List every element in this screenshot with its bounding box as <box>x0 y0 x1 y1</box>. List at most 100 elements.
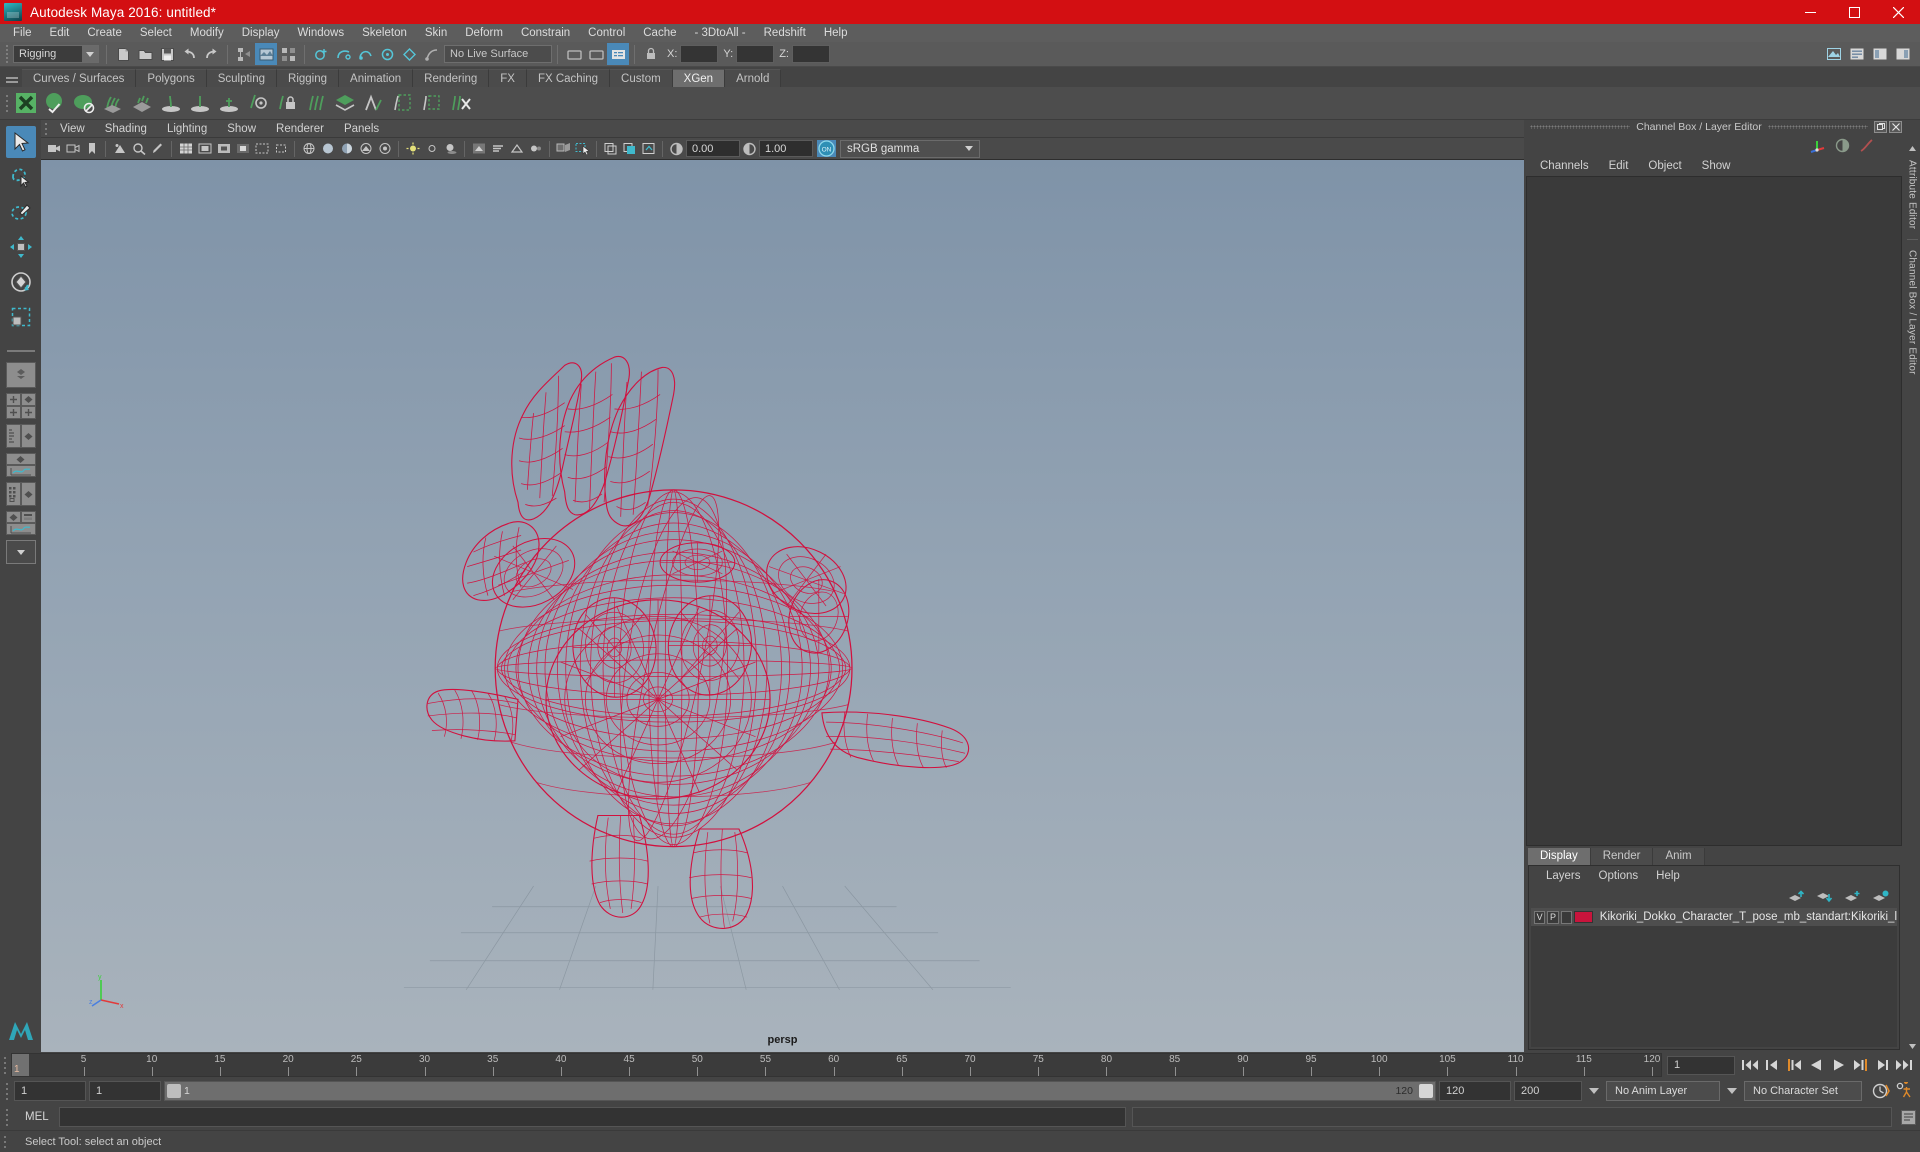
new-scene-icon[interactable] <box>112 43 134 65</box>
viewport-menu-view[interactable]: View <box>50 120 95 138</box>
paint-select-tool[interactable] <box>6 196 36 228</box>
step-forward-key-icon[interactable] <box>1850 1055 1870 1075</box>
wireframe-shading-icon[interactable] <box>300 140 317 157</box>
step-back-frame-icon[interactable] <box>1762 1055 1782 1075</box>
shelf-tab-animation[interactable]: Animation <box>339 69 414 87</box>
flat-shade-icon[interactable] <box>357 140 374 157</box>
make-live-icon[interactable] <box>420 43 442 65</box>
exposure-icon[interactable] <box>668 140 685 157</box>
tool-settings-icon[interactable] <box>1869 43 1891 65</box>
two-d-pan-zoom-icon[interactable] <box>130 140 147 157</box>
step-back-key-icon[interactable] <box>1784 1055 1804 1075</box>
shelf-tab-sculpting[interactable]: Sculpting <box>206 69 278 87</box>
xgen-region-box-icon[interactable] <box>417 89 446 118</box>
go-to-end-icon[interactable] <box>1894 1055 1914 1075</box>
tab-render-layers[interactable]: Render <box>1590 848 1654 865</box>
xray-active-components-icon[interactable] <box>640 140 657 157</box>
exposure-field[interactable]: 0.00 <box>686 140 740 157</box>
layout-preset-four-view[interactable] <box>5 393 36 419</box>
minimize-icon[interactable] <box>1788 0 1832 24</box>
menu-skin[interactable]: Skin <box>416 24 456 42</box>
isolate-select-icon[interactable] <box>555 140 572 157</box>
screen-space-ao-icon[interactable] <box>470 140 487 157</box>
xgen-layer-icon[interactable] <box>330 89 359 118</box>
open-scene-icon[interactable] <box>134 43 156 65</box>
motion-blur-icon[interactable] <box>489 140 506 157</box>
xgen-comb-icon[interactable] <box>301 89 330 118</box>
viewport-menu-show[interactable]: Show <box>217 120 266 138</box>
xgen-lock-guide-icon[interactable] <box>272 89 301 118</box>
shelf-tab-fx[interactable]: FX <box>489 69 527 87</box>
dock-grip-right[interactable] <box>1767 125 1868 129</box>
xgen-select-region-icon[interactable] <box>388 89 417 118</box>
coord-y-field[interactable] <box>736 45 775 63</box>
maximize-icon[interactable] <box>1832 0 1876 24</box>
channel-menu-channels[interactable]: Channels <box>1530 160 1599 172</box>
play-forwards-icon[interactable] <box>1828 1055 1848 1075</box>
xray-icon[interactable] <box>602 140 619 157</box>
menu-modify[interactable]: Modify <box>181 24 233 42</box>
film-gate-icon[interactable] <box>196 140 213 157</box>
auto-keyframe-icon[interactable] <box>1871 1081 1891 1101</box>
show-hide-editor-icon[interactable] <box>563 43 585 65</box>
command-language-label[interactable]: MEL <box>11 1111 59 1123</box>
menu-skeleton[interactable]: Skeleton <box>353 24 416 42</box>
move-layer-down-icon[interactable] <box>1816 890 1833 903</box>
character-set-dropdown[interactable]: No Character Set <box>1744 1081 1862 1101</box>
rotate-tool[interactable] <box>6 266 36 298</box>
select-objects-icon[interactable] <box>574 140 591 157</box>
shelf-tab-polygons[interactable]: Polygons <box>136 69 207 87</box>
attribute-editor-icon[interactable] <box>1846 43 1868 65</box>
menu-deform[interactable]: Deform <box>456 24 512 42</box>
xgen-description-icon[interactable] <box>11 89 40 118</box>
viewport-menu-lighting[interactable]: Lighting <box>157 120 217 138</box>
color-management-dropdown[interactable]: sRGB gamma <box>840 139 980 158</box>
command-input-field[interactable] <box>58 1107 1126 1127</box>
select-by-component-type-icon[interactable] <box>277 43 299 65</box>
shade-options-icon[interactable] <box>376 140 393 157</box>
menu-cache[interactable]: Cache <box>634 24 685 42</box>
layout-preset-single[interactable] <box>5 362 36 388</box>
safe-title-icon[interactable] <box>272 140 289 157</box>
use-all-lights-icon[interactable] <box>423 140 440 157</box>
shelf-tab-fx-caching[interactable]: FX Caching <box>526 69 611 87</box>
range-slider-gripper[interactable] <box>2 1078 11 1104</box>
shelf-tab-curves-surfaces[interactable]: Curves / Surfaces <box>22 69 137 87</box>
vertical-tab-channel-box[interactable]: Channel Box / Layer Editor <box>1906 239 1918 381</box>
layout-preset-hypershade[interactable] <box>5 482 36 506</box>
move-tool[interactable] <box>6 231 36 263</box>
select-camera-icon[interactable] <box>45 140 62 157</box>
undo-icon[interactable] <box>178 43 200 65</box>
shelf-tab-xgen[interactable]: XGen <box>672 69 726 87</box>
select-by-object-type-icon[interactable] <box>255 43 277 65</box>
show-hide-attribute-editor-icon[interactable] <box>585 43 607 65</box>
scale-tool[interactable] <box>6 301 36 333</box>
select-tool[interactable] <box>5 126 36 158</box>
coordinate-lock-icon[interactable] <box>640 43 662 65</box>
xgen-eye-guide-icon[interactable] <box>243 89 272 118</box>
multisample-aa-icon[interactable] <box>508 140 525 157</box>
xgen-single-guide-icon[interactable] <box>185 89 214 118</box>
smooth-shade-all-icon[interactable] <box>319 140 336 157</box>
xray-joints-icon[interactable] <box>621 140 638 157</box>
menu-redshift[interactable]: Redshift <box>755 24 815 42</box>
scroll-down-icon[interactable] <box>1906 1040 1919 1052</box>
scroll-up-icon[interactable] <box>1906 142 1919 154</box>
viewport-menu-shading[interactable]: Shading <box>95 120 157 138</box>
redo-icon[interactable] <box>200 43 222 65</box>
three-d-viewport[interactable]: y x z persp <box>41 160 1524 1052</box>
layout-preset-outliner-persp[interactable] <box>5 424 36 448</box>
shelf-tab-rigging[interactable]: Rigging <box>277 69 340 87</box>
new-layer-icon[interactable] <box>1844 890 1861 903</box>
dock-grip-left[interactable] <box>1530 125 1631 129</box>
character-set-chevron-icon[interactable] <box>1727 1088 1737 1094</box>
snap-to-curve-icon[interactable] <box>332 43 354 65</box>
grease-pencil-icon[interactable] <box>149 140 166 157</box>
snap-to-projected-center-icon[interactable] <box>376 43 398 65</box>
xgen-add-multiple-guides-icon[interactable] <box>214 89 243 118</box>
command-line-gripper[interactable] <box>2 1104 11 1130</box>
use-default-lighting-icon[interactable] <box>404 140 421 157</box>
go-to-start-icon[interactable] <box>1740 1055 1760 1075</box>
current-frame-field[interactable]: 1 <box>1667 1055 1735 1075</box>
selection-mode-dropdown[interactable]: Rigging <box>13 45 99 63</box>
